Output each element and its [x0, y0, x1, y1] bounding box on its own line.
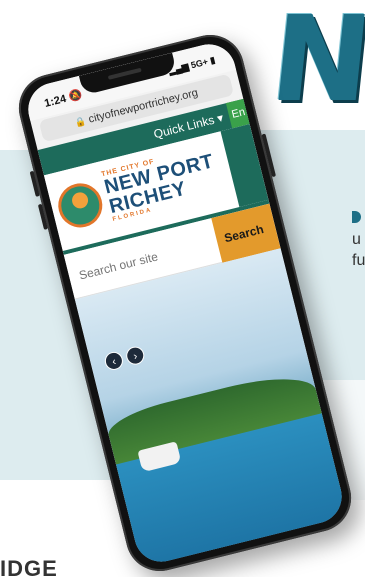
- logo-sun-icon: [70, 190, 90, 211]
- status-time: 1:24 🔕: [43, 88, 84, 110]
- speaker-grille: [107, 67, 142, 80]
- background-paragraph: u e i fu n: [352, 208, 365, 271]
- city-logo-emblem[interactable]: [53, 178, 107, 233]
- background-heading-letter: N: [264, 0, 365, 128]
- bell-mute-icon: 🔕: [67, 88, 84, 104]
- carousel-next-button[interactable]: ›: [124, 344, 147, 367]
- status-network: ▂▄▆ 5G+ ▮: [167, 54, 217, 76]
- battery-icon: ▮: [208, 54, 217, 66]
- background-paragraph-text: u e i fu n: [352, 231, 365, 269]
- carousel-prev-button[interactable]: ‹: [102, 350, 125, 372]
- bullet-icon: [352, 211, 361, 223]
- background-bottom-text: IDGE: [0, 556, 58, 577]
- city-logo-text[interactable]: THE CITY OF NEW PORT RICHEY FLORIDA: [101, 144, 222, 223]
- lock-icon: 🔒: [73, 115, 87, 128]
